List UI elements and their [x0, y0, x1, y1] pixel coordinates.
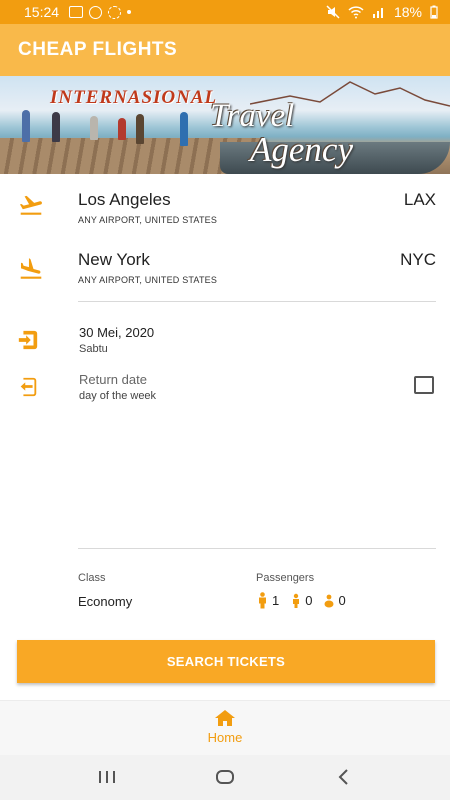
recent-apps-icon — [99, 771, 115, 783]
battery-level: 18% — [393, 4, 422, 20]
departure-weekday: Sabtu — [79, 343, 108, 355]
back-icon — [338, 769, 348, 785]
return-weekday: day of the week — [79, 390, 157, 402]
origin-city: Los Angeles — [78, 190, 171, 209]
whatsapp-notification-icon — [89, 5, 103, 19]
infant-count-value: 0 — [338, 593, 346, 608]
origin-airport: ANY AIRPORT, UNITED STATES — [78, 215, 218, 225]
return-date-selector[interactable]: Return date day of the week — [0, 370, 450, 414]
travel-agency-banner: INTERNASIONAL Travel Agency — [0, 76, 450, 174]
banner-brand: INTERNASIONAL — [50, 87, 218, 108]
mute-icon — [326, 5, 340, 19]
passengers-label: Passengers — [256, 572, 315, 584]
departure-date: 30 Mei, 2020 — [79, 325, 155, 340]
destination-city: New York — [78, 250, 150, 269]
divider — [78, 548, 436, 549]
adult-count: 1 — [256, 592, 279, 609]
divider — [78, 301, 436, 302]
return-date-label: Return date — [79, 372, 147, 387]
banner-title-line2: Agency — [250, 130, 353, 169]
home-system-icon — [216, 770, 234, 784]
class-selector[interactable]: Economy — [78, 594, 132, 609]
departure-date-selector[interactable]: 30 Mei, 2020 Sabtu — [0, 323, 450, 367]
tourist-figure — [90, 116, 98, 140]
back-button[interactable] — [328, 765, 358, 789]
home-icon — [215, 710, 235, 726]
tourist-figure — [136, 114, 144, 144]
flight-land-icon — [20, 258, 42, 279]
bottom-navigation: Home — [0, 700, 450, 755]
wifi-icon — [348, 6, 364, 19]
logout-arrow-icon — [20, 377, 37, 397]
child-count-value: 0 — [305, 593, 313, 608]
signal-icon — [372, 8, 383, 18]
battery-icon — [430, 5, 438, 19]
child-count: 0 — [290, 593, 312, 609]
destination-code: NYC — [400, 250, 436, 269]
destination-selector[interactable]: New York ANY AIRPORT, UNITED STATES NYC — [0, 240, 450, 294]
origin-selector[interactable]: Los Angeles ANY AIRPORT, UNITED STATES L… — [0, 180, 450, 234]
destination-airport: ANY AIRPORT, UNITED STATES — [78, 275, 218, 285]
system-navigation-bar — [0, 755, 450, 800]
child-person-icon — [293, 593, 300, 608]
infant-count: 0 — [323, 593, 346, 608]
login-arrow-icon — [18, 330, 38, 350]
class-label: Class — [78, 572, 106, 584]
search-tickets-button[interactable]: SEARCH TICKETS — [17, 640, 435, 683]
recent-apps-button[interactable] — [92, 765, 122, 789]
adult-person-icon — [259, 592, 266, 609]
gallery-notification-icon — [69, 6, 84, 18]
flight-takeoff-icon — [19, 195, 42, 215]
infant-icon — [324, 594, 334, 607]
home-system-button[interactable] — [210, 765, 240, 789]
origin-code: LAX — [403, 190, 436, 209]
app-title: CHEAP FLIGHTS — [18, 39, 178, 60]
sync-notification-icon — [108, 5, 122, 19]
nav-home-label: Home — [207, 730, 243, 745]
tourist-figure — [52, 112, 60, 142]
tourist-figure — [118, 118, 126, 140]
passengers-selector[interactable]: 1 0 0 — [256, 592, 352, 609]
more-notifications-icon — [127, 10, 132, 14]
return-date-checkbox[interactable] — [414, 376, 434, 394]
adult-count-value: 1 — [272, 593, 280, 608]
tourist-figure — [22, 110, 30, 142]
status-bar: 15:24 18% — [0, 0, 450, 24]
tourist-figure — [180, 112, 188, 146]
app-bar: CHEAP FLIGHTS — [0, 24, 450, 76]
status-time: 15:24 — [24, 4, 60, 20]
nav-home[interactable]: Home — [195, 709, 255, 753]
